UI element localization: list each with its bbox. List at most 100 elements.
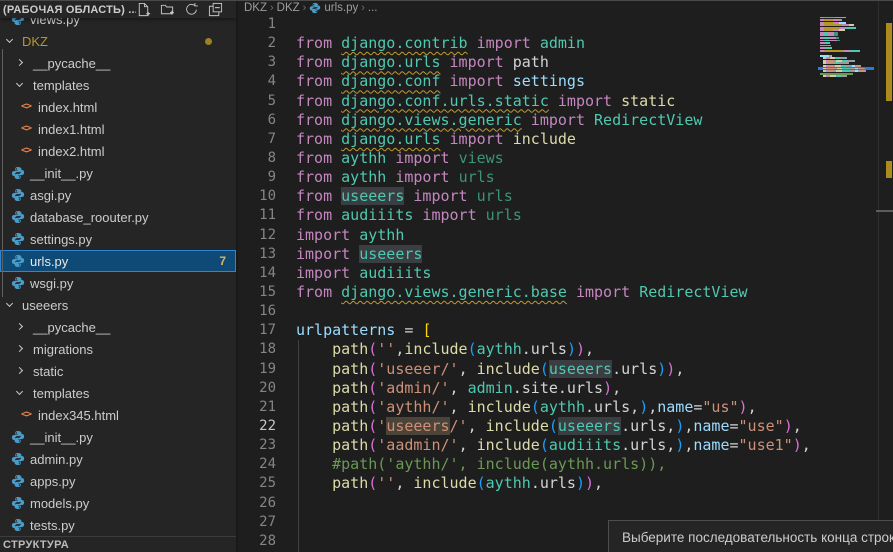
tree-item-index2-html[interactable]: <>index2.html	[0, 140, 236, 162]
line-number: 28	[240, 532, 276, 551]
tree-item-index345-html[interactable]: <>index345.html	[0, 404, 236, 426]
code-line-2[interactable]: 2from django.contrib import admin	[240, 34, 893, 53]
minimap[interactable]	[818, 6, 876, 116]
line-content	[276, 513, 296, 532]
code-line-16[interactable]: 16	[240, 302, 893, 321]
tree-item-index-html[interactable]: <>index.html	[0, 96, 236, 118]
code-line-10[interactable]: 10from useeers import urls	[240, 187, 893, 206]
tree-item-models-py[interactable]: models.py	[0, 492, 236, 514]
code-line-9[interactable]: 9from aythh import urls	[240, 168, 893, 187]
line-content	[276, 494, 296, 513]
tree-item-apps-py[interactable]: apps.py	[0, 470, 236, 492]
new-file-icon[interactable]	[136, 2, 151, 17]
tree-item-settings-py[interactable]: settings.py	[0, 228, 236, 250]
chevron-right-icon	[16, 367, 23, 374]
code-line-25[interactable]: 25 path('', include(aythh.urls)),	[240, 474, 893, 493]
code-line-18[interactable]: 18 path('',include(aythh.urls)),	[240, 340, 893, 359]
breadcrumb-item-1[interactable]: DKZ	[277, 2, 300, 14]
code-line-8[interactable]: 8from aythh import views	[240, 149, 893, 168]
code-line-22[interactable]: 22 path('useeers/', include(useeers.urls…	[240, 417, 893, 436]
html-file-icon: <>	[19, 144, 33, 158]
python-file-icon	[11, 518, 25, 532]
minimap-line-segment	[850, 50, 860, 52]
code-line-4[interactable]: 4from django.conf import settings	[240, 72, 893, 91]
code-line-3[interactable]: 3from django.urls import path	[240, 53, 893, 72]
tree-item-migrations[interactable]: migrations	[0, 338, 236, 360]
code-line-21[interactable]: 21 path('aythh/', include(aythh.urls,),n…	[240, 398, 893, 417]
tree-item-label: urls.py	[30, 254, 68, 269]
python-file-icon	[11, 496, 25, 510]
line-number: 12	[240, 226, 276, 245]
tree-item--pycache-[interactable]: __pycache__	[0, 52, 236, 74]
code-line-11[interactable]: 11from audiiits import urls	[240, 206, 893, 225]
tree-item-useeers[interactable]: useeers	[0, 294, 236, 316]
python-file-icon	[11, 430, 25, 444]
tree-item-templates[interactable]: templates	[0, 74, 236, 96]
tree-item-label: __pycache__	[33, 320, 110, 335]
tree-item-tests-py[interactable]: tests.py	[0, 514, 236, 536]
outline-section-header[interactable]: СТРУКТУРА	[0, 536, 236, 552]
minimap-line-segment	[854, 60, 855, 62]
code-line-1[interactable]: 1	[240, 15, 893, 34]
tree-item--init-py[interactable]: __init__.py	[0, 426, 236, 448]
code-line-19[interactable]: 19 path('useeer/', include(useeers.urls)…	[240, 360, 893, 379]
code-area[interactable]: 12from django.contrib import admin3from …	[240, 15, 893, 551]
breadcrumb-item-0[interactable]: DKZ	[244, 2, 267, 14]
line-number: 20	[240, 379, 276, 398]
code-line-7[interactable]: 7from django.urls import include	[240, 130, 893, 149]
breadcrumb-separator: ›	[361, 2, 365, 14]
line-number: 10	[240, 187, 276, 206]
code-line-17[interactable]: 17urlpatterns = [	[240, 321, 893, 340]
minimap-line-segment	[824, 50, 844, 52]
new-folder-icon[interactable]	[160, 2, 175, 17]
line-content: path('useeer/', include(useeers.urls)),	[276, 360, 684, 379]
line-number: 7	[240, 130, 276, 149]
tree-item-label: models.py	[30, 496, 89, 511]
refresh-icon[interactable]	[184, 2, 199, 17]
code-line-26[interactable]: 26	[240, 494, 893, 513]
tree-item-index1-html[interactable]: <>index1.html	[0, 118, 236, 140]
line-content: path('admin/', admin.site.urls),	[276, 379, 621, 398]
file-tree: views.pyDKZ__pycache__templates<>index.h…	[0, 8, 236, 536]
eol-tooltip: Выберите последовательность конца строки	[608, 520, 893, 552]
minimap-line-segment	[865, 70, 866, 72]
tree-item-database-roouter-py[interactable]: database_roouter.py	[0, 206, 236, 228]
tree-item--init-py[interactable]: __init__.py	[0, 162, 236, 184]
line-number: 17	[240, 321, 276, 340]
code-line-15[interactable]: 15from django.views.generic.base import …	[240, 283, 893, 302]
tree-item-admin-py[interactable]: admin.py	[0, 448, 236, 470]
code-line-6[interactable]: 6from django.views.generic import Redire…	[240, 111, 893, 130]
code-line-24[interactable]: 24 #path('aythh/', include(aythh.urls)),	[240, 455, 893, 474]
python-file-icon	[11, 474, 25, 488]
tree-item-label: DKZ	[22, 34, 48, 49]
line-number: 15	[240, 283, 276, 302]
code-line-13[interactable]: 13import useeers	[240, 245, 893, 264]
code-line-14[interactable]: 14import audiiits	[240, 264, 893, 283]
breadcrumb-separator: ›	[270, 2, 274, 14]
code-line-23[interactable]: 23 path('aadmin/', include(audiiits.urls…	[240, 436, 893, 455]
code-line-5[interactable]: 5from django.conf.urls.static import sta…	[240, 92, 893, 111]
tree-item-label: settings.py	[30, 232, 92, 247]
line-number: 13	[240, 245, 276, 264]
tree-item-dkz[interactable]: DKZ	[0, 30, 236, 52]
tree-item-urls-py[interactable]: urls.py7	[0, 250, 236, 272]
overview-ruler-scrollbar[interactable]	[878, 1, 893, 552]
line-content: urlpatterns = [	[276, 321, 431, 340]
collapse-all-icon[interactable]	[208, 2, 223, 17]
code-line-12[interactable]: 12import aythh	[240, 226, 893, 245]
breadcrumb-item-2[interactable]: urls.py	[324, 2, 358, 14]
html-file-icon: <>	[19, 408, 33, 422]
tree-item-static[interactable]: static	[0, 360, 236, 382]
code-line-20[interactable]: 20 path('admin/', admin.site.urls),	[240, 379, 893, 398]
python-file-icon	[11, 232, 25, 246]
breadcrumb-item-3[interactable]: ...	[368, 2, 378, 14]
tree-item-asgi-py[interactable]: asgi.py	[0, 184, 236, 206]
tree-item-wsgi-py[interactable]: wsgi.py	[0, 272, 236, 294]
breadcrumb-separator: ›	[303, 2, 307, 14]
tree-item--pycache-[interactable]: __pycache__	[0, 316, 236, 338]
tree-item-templates[interactable]: templates	[0, 382, 236, 404]
warning-ruler-mark	[886, 23, 892, 101]
explorer-section-header[interactable]: (РАБОЧАЯ ОБЛАСТЬ) ...	[0, 1, 236, 18]
line-content: path('aadmin/', include(audiiits.urls,),…	[276, 436, 811, 455]
line-content: import aythh	[276, 226, 404, 245]
